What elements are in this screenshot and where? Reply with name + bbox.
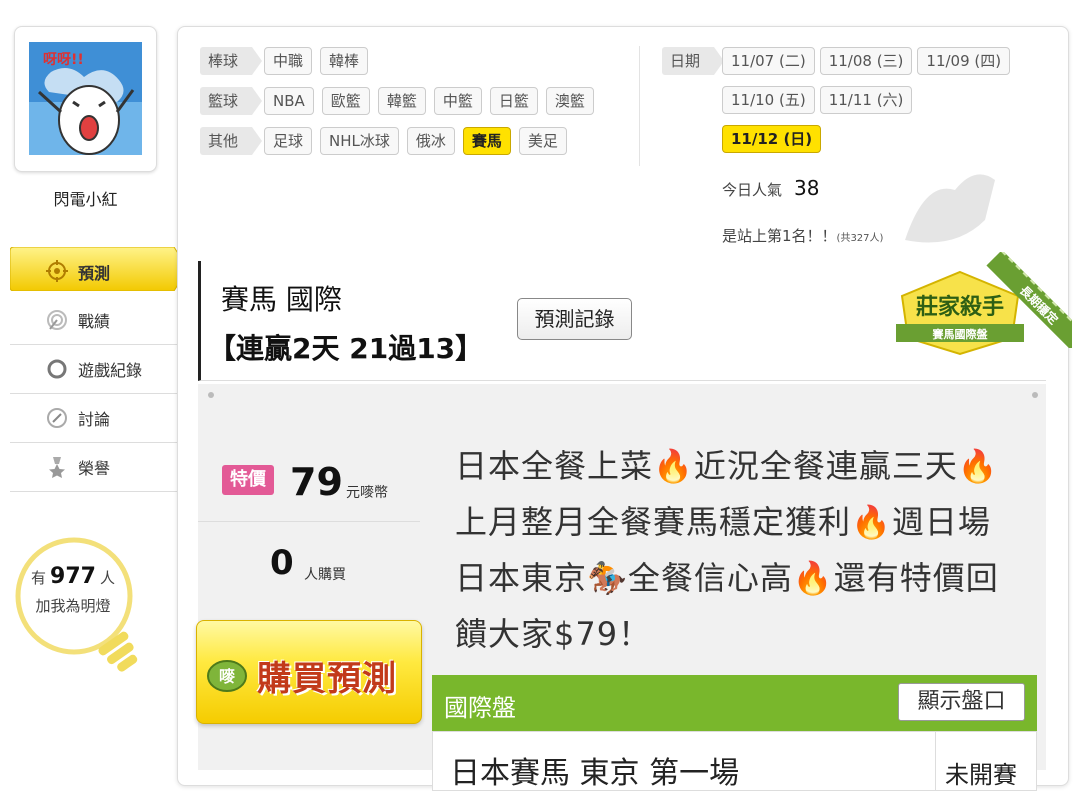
filter-row-baseball: 棒球 中職 韓棒	[200, 47, 369, 75]
coin-icon: 嘜	[207, 660, 247, 692]
nav-label-honor: 榮譽	[78, 459, 111, 478]
svg-text:嘜: 嘜	[219, 667, 236, 686]
market-title: 國際盤	[444, 694, 516, 722]
chip-euro-basketball[interactable]: 歐籃	[321, 87, 370, 115]
rank-label: 是站上第1名！！	[722, 227, 837, 245]
race-divider	[935, 731, 936, 791]
race-name: 日本賽馬 東京 第一場	[450, 756, 740, 791]
popularity-label: 今日人氣	[722, 181, 783, 199]
category-label-basketball: 籃球	[200, 87, 263, 115]
nav-label-predict: 預測	[78, 263, 111, 283]
fans-bulb[interactable]: 有 977 人 加我為明燈	[12, 534, 142, 679]
user-name: 閃電小紅	[53, 190, 118, 209]
nav-label-record: 戰績	[78, 312, 111, 331]
ribbon-corner: 長期穩定	[976, 252, 1072, 348]
avatar-cartoon-icon: 呀呀!!	[29, 42, 142, 155]
nav-item-record[interactable]: 戰績	[10, 296, 177, 345]
nav-item-predict[interactable]: 預測	[10, 247, 188, 296]
watermark-logo-icon	[905, 174, 995, 243]
prediction-description: 日本全餐上菜🔥近況全餐連贏三天🔥上月整月全餐賽馬穩定獲利🔥週日場日本東京🏇全餐信…	[455, 447, 999, 653]
buy-button-label: 購買預測	[257, 659, 397, 699]
chip-nhl[interactable]: NHL冰球	[320, 127, 399, 155]
medal-icon	[49, 457, 65, 478]
price-value: 79	[290, 460, 343, 504]
popularity-value: 38	[794, 176, 820, 200]
date-chip[interactable]: 11/11 (六)	[819, 86, 913, 114]
category-label-baseball: 棒球	[200, 47, 263, 75]
chip-kbo[interactable]: 韓棒	[320, 47, 369, 75]
date-chip-selected[interactable]: 11/12 (日)	[722, 125, 822, 153]
fans-subtitle: 加我為明燈	[35, 597, 111, 615]
category-label-other: 其他	[200, 127, 263, 155]
chip-horse-racing[interactable]: 賽馬	[462, 127, 511, 155]
date-chip[interactable]: 11/09 (四)	[917, 47, 1011, 75]
show-odds-button[interactable]: 顯示盤口	[898, 683, 1025, 721]
chip-american-football[interactable]: 美足	[518, 127, 567, 155]
fans-prefix: 有	[31, 569, 47, 587]
target-icon	[47, 310, 67, 330]
prediction-streak: 【連贏2天 21過13】	[208, 332, 484, 365]
screw-icon	[1032, 392, 1038, 398]
chip-aus-basketball[interactable]: 澳籃	[545, 87, 594, 115]
rank-text: 是站上第1名！！(共327人)	[722, 225, 883, 246]
chip-cpbl[interactable]: 中職	[264, 47, 313, 75]
chip-china-basketball[interactable]: 中籃	[433, 87, 482, 115]
fans-suffix: 人	[99, 569, 115, 587]
prediction-record-button[interactable]: 預測記錄	[517, 298, 632, 340]
rank-total: (共327人)	[836, 233, 884, 244]
circle-icon	[47, 359, 67, 379]
popularity: 今日人氣 38	[722, 176, 819, 200]
side-nav: 預測 戰績 遊戲紀錄 討論 榮譽	[10, 247, 188, 492]
date-chip[interactable]: 11/08 (三)	[819, 47, 913, 75]
filter-row-other: 其他 足球 NHL冰球 俄冰 賽馬 美足	[200, 127, 567, 155]
date-label: 日期	[662, 47, 725, 75]
chip-russia-hockey[interactable]: 俄冰	[406, 127, 455, 155]
buyers-label: 人購買	[304, 567, 346, 583]
chip-soccer[interactable]: 足球	[264, 127, 313, 155]
filter-row-basketball: 籃球 NBA 歐籃 韓籃 中籃 日籃 澳籃	[200, 87, 594, 115]
ribbon-label: 長期穩定	[986, 252, 1072, 348]
race-status: 未開賽	[945, 761, 1017, 789]
nav-label-discuss: 討論	[78, 410, 111, 429]
price-unit: 元嘜幣	[346, 485, 388, 501]
special-price-tag: 特價	[222, 465, 274, 495]
svg-text:呀呀!!: 呀呀!!	[43, 52, 84, 68]
nav-item-game-log[interactable]: 遊戲紀錄	[10, 345, 177, 394]
buy-prediction-button[interactable]: 嘜 購買預測	[196, 620, 422, 724]
screw-icon	[208, 392, 214, 398]
nav-item-discuss[interactable]: 討論	[10, 394, 177, 443]
crosshair-icon	[46, 260, 68, 282]
avatar[interactable]: 呀呀!!	[14, 26, 157, 172]
chip-japan-basketball[interactable]: 日籃	[489, 87, 538, 115]
date-chip[interactable]: 11/07 (二)	[722, 47, 815, 75]
prediction-title: 賽馬 國際	[221, 283, 342, 316]
date-label-wrap: 日期	[662, 47, 725, 75]
nav-item-honor[interactable]: 榮譽	[10, 443, 177, 492]
date-chip[interactable]: 11/10 (五)	[722, 86, 815, 114]
chat-icon	[47, 408, 67, 428]
chip-korea-basketball[interactable]: 韓籃	[377, 87, 426, 115]
date-selector: 11/07 (二) 11/08 (三) 11/09 (四) 11/10 (五) …	[722, 47, 1012, 153]
nav-label-game-log: 遊戲紀錄	[78, 361, 143, 380]
chip-nba[interactable]: NBA	[264, 87, 314, 115]
filter-divider	[639, 46, 640, 166]
fans-count: 977	[50, 564, 96, 589]
buyers-count: 0	[270, 543, 294, 583]
